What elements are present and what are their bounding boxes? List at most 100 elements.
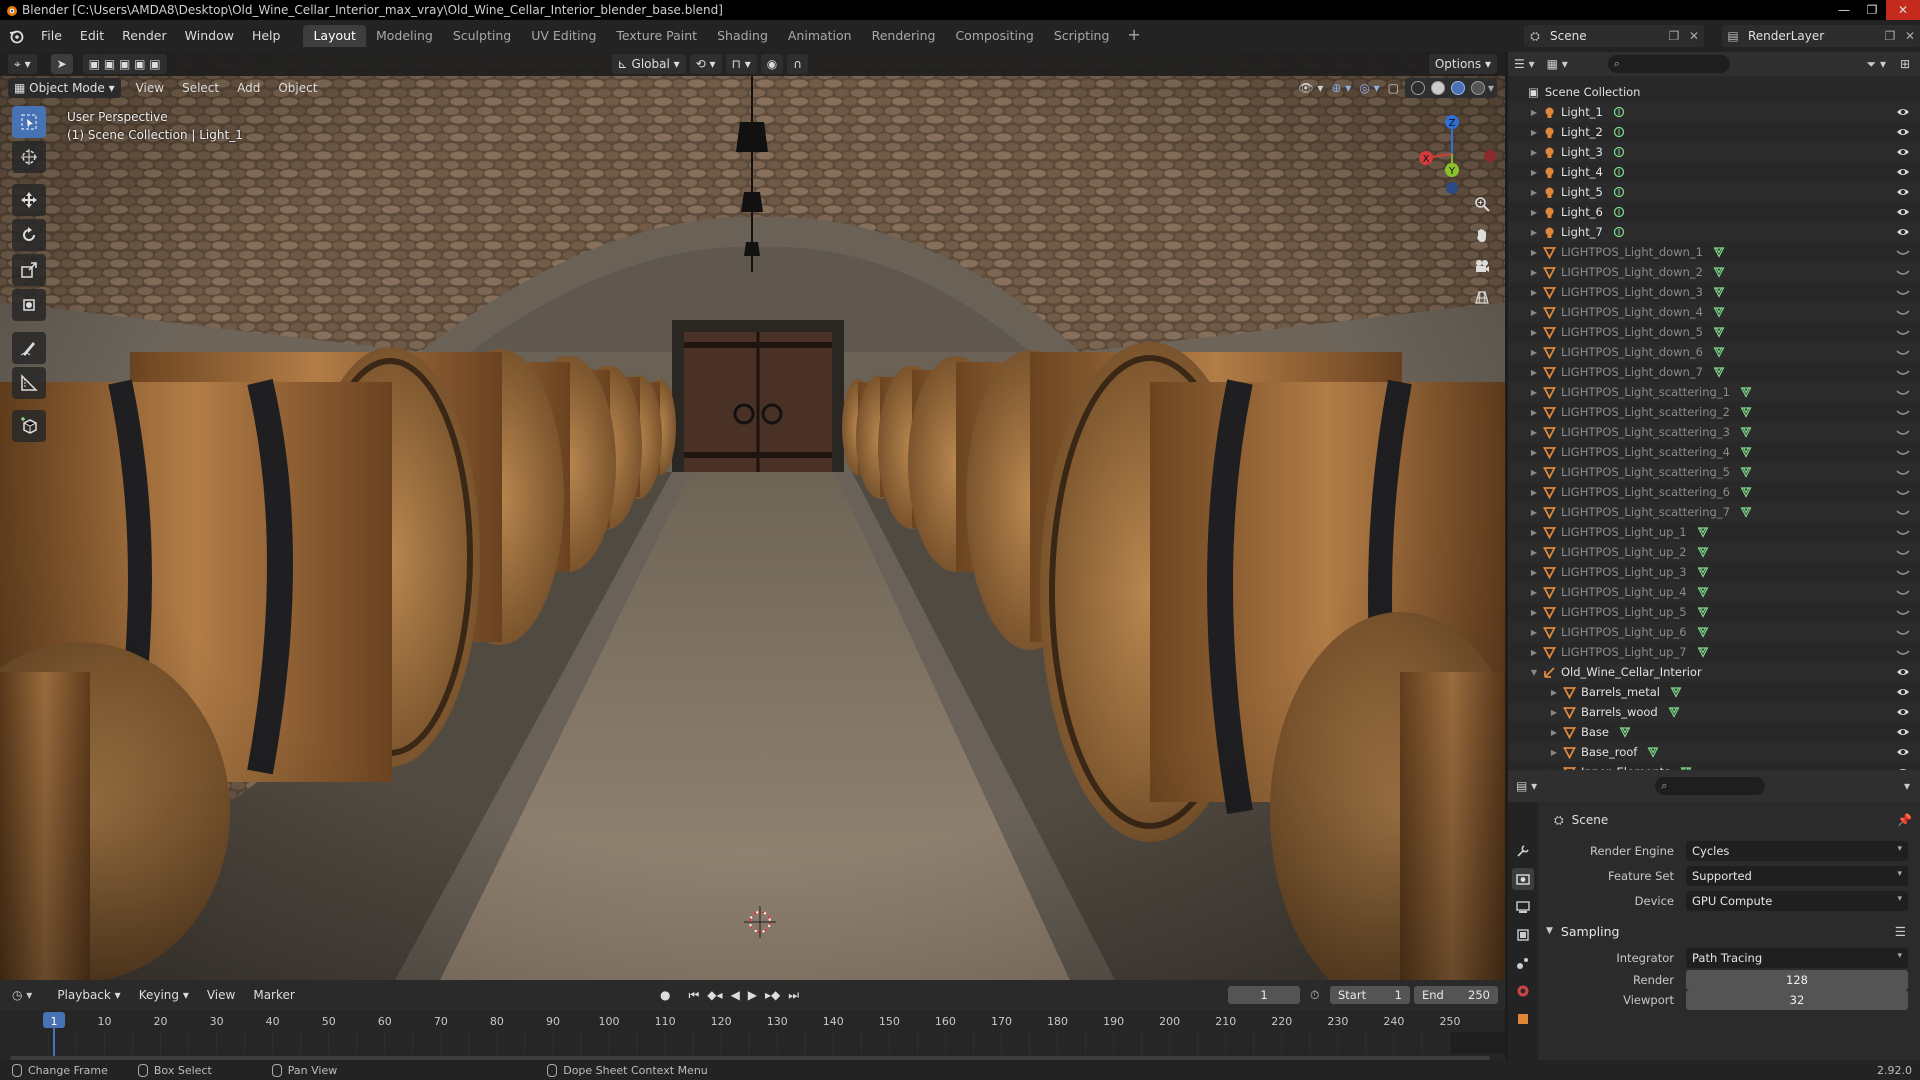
outliner-item-label[interactable]: LIGHTPOS_Light_up_1 [1558, 525, 1687, 539]
timeline-menu-view[interactable]: View [198, 988, 244, 1002]
object-mode-dropdown[interactable]: ▦ Object Mode ▾ [8, 78, 121, 98]
expand-arrow-icon[interactable]: ▶ [1528, 468, 1540, 477]
tab-modeling[interactable]: Modeling [366, 25, 443, 47]
annotate-tool-icon[interactable] [12, 332, 46, 364]
eye-hidden-icon[interactable] [1896, 605, 1910, 622]
outliner-row[interactable]: ▶ LIGHTPOS_Light_up_2 [1508, 542, 1920, 562]
new-layer-icon[interactable]: ❐ [1880, 29, 1900, 43]
outliner-row[interactable]: ▶ LIGHTPOS_Light_down_3 [1508, 282, 1920, 302]
mesh-data-icon[interactable] [1697, 646, 1709, 658]
mesh-data-icon[interactable] [1740, 486, 1752, 498]
eye-visible-icon[interactable] [1896, 665, 1910, 682]
outliner-row[interactable]: ▶ LIGHTPOS_Light_down_4 [1508, 302, 1920, 322]
pin-icon[interactable]: 📌 [1897, 813, 1912, 827]
menu-help[interactable]: Help [243, 25, 290, 47]
select-mode-tweak-icon[interactable]: ➤ [50, 54, 73, 74]
device-dropdown[interactable]: GPU Compute ▾ [1686, 890, 1908, 911]
mesh-data-icon[interactable] [1697, 606, 1709, 618]
filter-icon[interactable]: ⏷ ▾ [1867, 57, 1886, 72]
eye-hidden-icon[interactable] [1896, 585, 1910, 602]
presets-list-icon[interactable]: ☰ [1895, 924, 1906, 939]
outliner-item-label[interactable]: Barrels_wood [1578, 705, 1658, 719]
outliner-row[interactable]: ▶ LIGHTPOS_Light_up_7 [1508, 642, 1920, 662]
solid-shading-icon[interactable] [1430, 81, 1445, 95]
tab-shading[interactable]: Shading [707, 25, 778, 47]
mesh-data-icon[interactable] [1697, 586, 1709, 598]
timeline-menu-marker[interactable]: Marker [244, 988, 303, 1002]
view-layer-selector[interactable]: ▤ RenderLayer ❐ ✕ [1722, 25, 1920, 47]
outliner-row[interactable]: ▶ LIGHTPOS_Light_up_1 [1508, 522, 1920, 542]
viewport-menu-object[interactable]: Object [269, 81, 326, 95]
outliner-item-label[interactable]: LIGHTPOS_Light_up_3 [1558, 565, 1687, 579]
expand-arrow-icon[interactable]: ▶ [1528, 648, 1540, 657]
outliner-item-label[interactable]: LIGHTPOS_Light_up_4 [1558, 585, 1687, 599]
expand-arrow-icon[interactable]: ▶ [1528, 308, 1540, 317]
eye-hidden-icon[interactable] [1896, 325, 1910, 342]
expand-arrow-icon[interactable]: ▶ [1528, 288, 1540, 297]
mesh-data-icon[interactable] [1670, 686, 1682, 698]
start-frame-field[interactable]: Start 1 [1330, 986, 1410, 1004]
outliner-item-label[interactable]: LIGHTPOS_Light_up_7 [1558, 645, 1687, 659]
eye-hidden-icon[interactable] [1896, 385, 1910, 402]
cursor-tool-icon[interactable] [12, 141, 46, 173]
outliner-row[interactable]: ▶ LIGHTPOS_Light_scattering_6 [1508, 482, 1920, 502]
viewport-samples-field[interactable]: 32 [1686, 990, 1908, 1010]
eye-hidden-icon[interactable] [1896, 505, 1910, 522]
eye-hidden-icon[interactable] [1896, 265, 1910, 282]
outliner-row[interactable]: ▶ Light_2 [1508, 122, 1920, 142]
select-box-modes[interactable]: ▣ ▣ ▣ ▣ ▣ [82, 54, 167, 74]
eye-hidden-icon[interactable] [1896, 445, 1910, 462]
outliner-item-label[interactable]: Light_2 [1558, 125, 1603, 139]
expand-arrow-icon[interactable]: ▶ [1528, 488, 1540, 497]
expand-arrow-icon[interactable]: ▶ [1528, 348, 1540, 357]
collapse-arrow-icon[interactable]: ▼ [1528, 668, 1540, 677]
display-mode-icon[interactable]: ▦ ▾ [1547, 57, 1568, 71]
outliner-item-label[interactable]: Light_7 [1558, 225, 1603, 239]
eye-hidden-icon[interactable] [1896, 245, 1910, 262]
eye-hidden-icon[interactable] [1896, 485, 1910, 502]
tab-layout[interactable]: Layout [303, 25, 366, 47]
navigation-gizmo[interactable]: Z X Y [1404, 106, 1500, 202]
gizmo-toggle-icon[interactable]: ⊕ ▾ [1331, 81, 1351, 95]
eye-hidden-icon[interactable] [1896, 625, 1910, 642]
outliner-row[interactable]: ▶ LIGHTPOS_Light_up_4 [1508, 582, 1920, 602]
mesh-data-icon[interactable] [1713, 346, 1725, 358]
mesh-data-icon[interactable] [1740, 466, 1752, 478]
outliner-item-label[interactable]: LIGHTPOS_Light_up_2 [1558, 545, 1687, 559]
outliner-item-label[interactable]: LIGHTPOS_Light_down_2 [1558, 265, 1703, 279]
mesh-data-icon[interactable] [1697, 546, 1709, 558]
integrator-dropdown[interactable]: Path Tracing ▾ [1686, 947, 1908, 968]
mesh-data-icon[interactable] [1647, 746, 1659, 758]
expand-arrow-icon[interactable]: ▶ [1548, 688, 1560, 697]
mesh-data-icon[interactable] [1713, 306, 1725, 318]
expand-arrow-icon[interactable]: ▶ [1528, 128, 1540, 137]
scene-tab-icon[interactable] [1512, 952, 1534, 974]
outliner-row[interactable]: ▶Inner_Elements [1508, 762, 1920, 770]
expand-arrow-icon[interactable]: ▶ [1528, 148, 1540, 157]
sampling-panel-header[interactable]: ▼ Sampling ☰ [1542, 917, 1918, 945]
outliner-row[interactable]: ▶ LIGHTPOS_Light_down_5 [1508, 322, 1920, 342]
light-data-icon[interactable] [1613, 206, 1625, 218]
timeline-menu-keying[interactable]: Keying ▾ [130, 988, 198, 1002]
eye-hidden-icon[interactable] [1896, 305, 1910, 322]
scene-collection-row[interactable]: ▣ Scene Collection [1508, 82, 1920, 102]
mesh-data-icon[interactable] [1697, 626, 1709, 638]
scene-name[interactable]: Scene [1546, 29, 1664, 43]
outliner-item-label[interactable]: LIGHTPOS_Light_down_3 [1558, 285, 1703, 299]
expand-arrow-icon[interactable]: ▶ [1528, 208, 1540, 217]
visibility-icon[interactable]: 👁 ▾ [1298, 81, 1323, 95]
mesh-data-icon[interactable] [1713, 246, 1725, 258]
render-tab-icon[interactable] [1512, 868, 1534, 890]
eye-visible-icon[interactable] [1896, 725, 1910, 742]
outliner-item-label[interactable]: LIGHTPOS_Light_down_4 [1558, 305, 1703, 319]
pivot-point-icon[interactable]: ⟲ ▾ [689, 54, 722, 74]
outliner-row[interactable]: ▶ LIGHTPOS_Light_down_6 [1508, 342, 1920, 362]
current-frame-field[interactable]: 1 [1228, 986, 1300, 1004]
timeline-editor-type-icon[interactable]: ◷ ▾ [12, 988, 32, 1002]
outliner-row[interactable]: ▶ Light_7 [1508, 222, 1920, 242]
expand-arrow-icon[interactable]: ▶ [1528, 328, 1540, 337]
eye-visible-icon[interactable] [1896, 125, 1910, 142]
outliner-row[interactable]: ▶ LIGHTPOS_Light_down_7 [1508, 362, 1920, 382]
expand-arrow-icon[interactable]: ▶ [1548, 728, 1560, 737]
feature-set-dropdown[interactable]: Supported ▾ [1686, 865, 1908, 886]
